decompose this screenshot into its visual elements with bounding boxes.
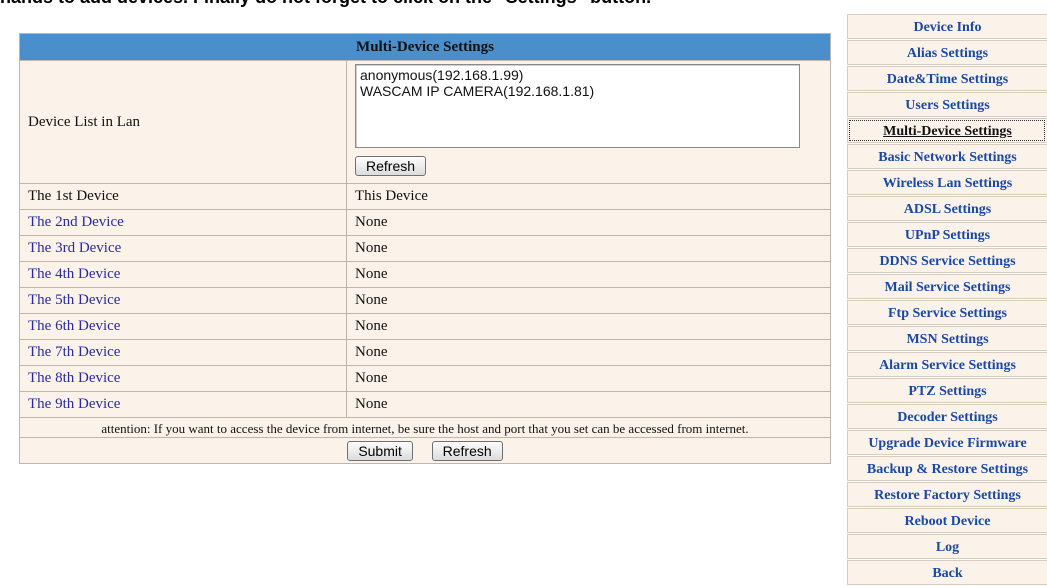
- device-2-value: None: [346, 209, 831, 236]
- sidebar-item-users-settings[interactable]: Users Settings: [847, 92, 1047, 117]
- device-1-value: This Device: [346, 183, 831, 210]
- device-5-link[interactable]: The 5th Device: [28, 292, 120, 308]
- device-4-value: None: [346, 261, 831, 288]
- action-bar: Submit Refresh: [19, 437, 831, 464]
- device-1-label: The 1st Device: [19, 183, 347, 210]
- sidebar-item-backup-restore-settings[interactable]: Backup & Restore Settings: [847, 456, 1047, 481]
- device-list-option[interactable]: anonymous(192.168.1.99): [360, 67, 795, 83]
- refresh-button[interactable]: Refresh: [431, 440, 503, 461]
- multi-device-settings-panel: Multi-Device Settings Device List in Lan…: [19, 33, 831, 464]
- submit-button[interactable]: Submit: [347, 440, 413, 461]
- sidebar-item-multi-device-settings[interactable]: Multi-Device Settings: [847, 118, 1047, 143]
- device-8-value: None: [346, 365, 831, 392]
- sidebar-item-device-info[interactable]: Device Info: [847, 14, 1047, 39]
- sidebar-item-upnp-settings[interactable]: UPnP Settings: [847, 222, 1047, 247]
- device-7-link[interactable]: The 7th Device: [28, 344, 120, 360]
- device-9-link[interactable]: The 9th Device: [28, 396, 120, 412]
- panel-title: Multi-Device Settings: [19, 33, 831, 61]
- sidebar-item-decoder-settings[interactable]: Decoder Settings: [847, 404, 1047, 429]
- device-3-link[interactable]: The 3rd Device: [28, 240, 121, 256]
- device-2-link[interactable]: The 2nd Device: [28, 214, 124, 230]
- sidebar-item-mail-service-settings[interactable]: Mail Service Settings: [847, 274, 1047, 299]
- sidebar-item-restore-factory-settings[interactable]: Restore Factory Settings: [847, 482, 1047, 507]
- sidebar-item-log[interactable]: Log: [847, 534, 1047, 559]
- instruction-text: nands to add devices. Finally do not for…: [0, 0, 651, 8]
- sidebar-item-back[interactable]: Back: [847, 560, 1047, 585]
- device-9-value: None: [346, 391, 831, 418]
- device-6-link[interactable]: The 6th Device: [28, 318, 120, 334]
- attention-note: attention: If you want to access the dev…: [19, 417, 831, 438]
- settings-sidebar: Device Info Alias Settings Date&Time Set…: [847, 14, 1047, 586]
- sidebar-item-msn-settings[interactable]: MSN Settings: [847, 326, 1047, 351]
- device-7-value: None: [346, 339, 831, 366]
- sidebar-item-date-time-settings[interactable]: Date&Time Settings: [847, 66, 1047, 91]
- device-list-label: Device List in Lan: [19, 60, 347, 184]
- refresh-list-button[interactable]: Refresh: [355, 156, 427, 176]
- sidebar-item-ddns-service-settings[interactable]: DDNS Service Settings: [847, 248, 1047, 273]
- sidebar-item-alarm-service-settings[interactable]: Alarm Service Settings: [847, 352, 1047, 377]
- sidebar-item-ftp-service-settings[interactable]: Ftp Service Settings: [847, 300, 1047, 325]
- device-6-value: None: [346, 313, 831, 340]
- device-5-value: None: [346, 287, 831, 314]
- sidebar-item-alias-settings[interactable]: Alias Settings: [847, 40, 1047, 65]
- sidebar-item-upgrade-device-firmware[interactable]: Upgrade Device Firmware: [847, 430, 1047, 455]
- device-3-value: None: [346, 235, 831, 262]
- device-4-link[interactable]: The 4th Device: [28, 266, 120, 282]
- sidebar-item-basic-network-settings[interactable]: Basic Network Settings: [847, 144, 1047, 169]
- device-list-cell: anonymous(192.168.1.99) WASCAM IP CAMERA…: [346, 60, 831, 184]
- sidebar-item-reboot-device[interactable]: Reboot Device: [847, 508, 1047, 533]
- device-8-link[interactable]: The 8th Device: [28, 370, 120, 386]
- sidebar-item-wireless-lan-settings[interactable]: Wireless Lan Settings: [847, 170, 1047, 195]
- device-list-option[interactable]: WASCAM IP CAMERA(192.168.1.81): [360, 83, 795, 99]
- sidebar-item-adsl-settings[interactable]: ADSL Settings: [847, 196, 1047, 221]
- sidebar-item-ptz-settings[interactable]: PTZ Settings: [847, 378, 1047, 403]
- device-list-box[interactable]: anonymous(192.168.1.99) WASCAM IP CAMERA…: [355, 64, 800, 148]
